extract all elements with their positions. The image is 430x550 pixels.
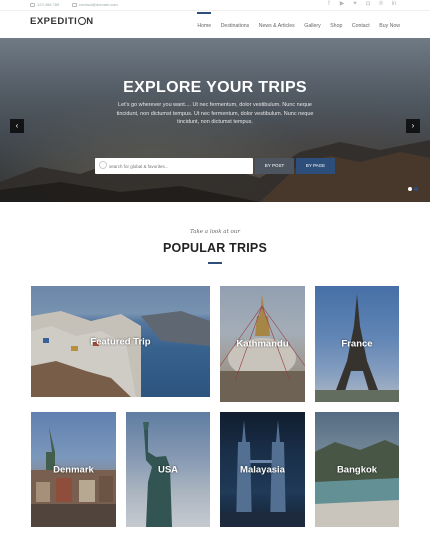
section-tagline: Take a look at our (189, 229, 241, 235)
trip-card-kathmandu[interactable]: Kathmandu (220, 286, 305, 402)
hero-search-box (95, 158, 253, 174)
nav-menu: Home Destinations News & Articles Galler… (197, 12, 400, 29)
slider-dot[interactable] (414, 187, 418, 191)
slider-prev-button[interactable]: ‹ (10, 119, 24, 133)
phone-contact: 123 456 789 (30, 2, 59, 7)
linkedin-icon[interactable]: in (391, 1, 397, 8)
trip-label-bangkok: Bangkok (336, 464, 378, 475)
search-by-post-button[interactable]: BY POST (255, 158, 294, 174)
hero-slider: EXPLORE YOUR TRIPS Let's go wherever you… (0, 38, 430, 202)
nav-item-contact[interactable]: Contact (352, 23, 370, 29)
facebook-icon[interactable]: f (326, 1, 332, 8)
slider-pagination (408, 187, 418, 191)
nav-item-destinations[interactable]: Destinations (221, 23, 250, 29)
mail-icon (72, 2, 77, 7)
trip-label-denmark: Denmark (53, 464, 94, 475)
logo-text: EXPEDITI (30, 16, 78, 27)
site-logo[interactable]: EXPEDITI N (30, 16, 94, 27)
pinterest-icon[interactable]: ℗ (378, 1, 384, 8)
social-links: f ▶ ✦ ◘ ℗ in (326, 1, 397, 8)
nav-item-buy-now[interactable]: Buy Now (379, 23, 400, 29)
search-by-page-button[interactable]: BY PAGE (296, 158, 335, 174)
section-title: POPULAR TRIPS (163, 241, 267, 255)
nav-item-shop[interactable]: Shop (330, 23, 342, 29)
search-input[interactable] (109, 158, 249, 174)
email-address[interactable]: contact@domain.com (79, 2, 118, 7)
trip-label-usa: USA (157, 464, 179, 475)
email-contact[interactable]: contact@domain.com (72, 2, 118, 7)
slider-dot-active[interactable] (408, 187, 412, 191)
section-title-underline (208, 262, 222, 264)
trip-label-kathmandu: Kathmandu (236, 338, 289, 350)
twitter-icon[interactable]: ✦ (352, 1, 358, 8)
nav-item-home[interactable]: Home (197, 12, 211, 29)
logo-text-end: N (86, 16, 94, 27)
trip-card-bangkok[interactable]: Bangkok (315, 412, 399, 527)
trip-card-featured[interactable]: Featured Trip (31, 286, 210, 397)
main-navigation: EXPEDITI N Home Destinations News & Artic… (0, 10, 430, 38)
phone-number: 123 456 789 (37, 2, 60, 7)
trip-label-france: France (341, 338, 373, 350)
logo-globe-icon (77, 17, 86, 25)
trip-card-denmark[interactable]: Denmark (31, 412, 116, 527)
trip-label-featured: Featured Trip (90, 336, 151, 347)
instagram-icon[interactable]: ◘ (365, 1, 371, 8)
phone-icon (30, 2, 35, 7)
nav-item-gallery[interactable]: Gallery (304, 23, 320, 29)
trip-label-malayasia: Malayasia (240, 464, 285, 475)
hero-title: EXPLORE YOUR TRIPS (123, 79, 307, 96)
slider-next-button[interactable]: › (406, 119, 420, 133)
youtube-icon[interactable]: ▶ (339, 1, 345, 8)
trip-card-france[interactable]: France (315, 286, 399, 402)
hero-description: Let's go wherever you want.... Ut nec fe… (116, 102, 314, 125)
top-contact-bar: 123 456 789 contact@domain.com f ▶ ✦ ◘ ℗… (0, 0, 430, 10)
nav-item-news-articles[interactable]: News & Articles (259, 23, 295, 29)
search-icon (99, 161, 107, 169)
trip-card-usa[interactable]: USA (126, 412, 210, 527)
trip-card-malayasia[interactable]: Malayasia (220, 412, 305, 527)
